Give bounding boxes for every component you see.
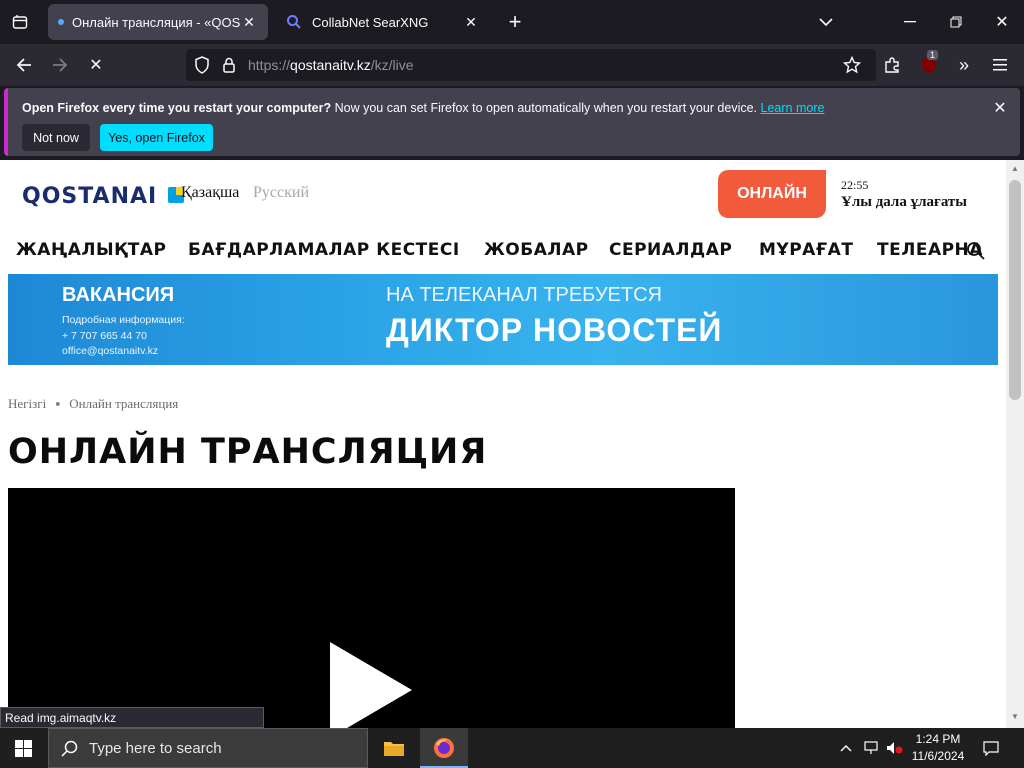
banner-need: НА ТЕЛЕКАНАЛ ТРЕБУЕТСЯ [386,284,662,306]
lang-russian-link[interactable]: Русский [253,184,309,202]
now-playing-time: 22:55 [841,178,869,192]
search-icon [61,740,78,757]
volume-muted-icon[interactable] [885,738,905,758]
search-icon[interactable] [966,241,986,261]
yes-open-firefox-button[interactable]: Yes, open Firefox [100,124,213,151]
shield-icon[interactable] [194,56,210,74]
notifications-icon[interactable] [980,738,1002,758]
breadcrumb: Негізгі ▪ Онлайн трансляция [8,396,178,412]
page-scrollbar[interactable]: ▲ ▼ [1006,160,1024,728]
scroll-down-icon[interactable]: ▼ [1011,712,1019,721]
banner-info-label: Подробная информация: [62,314,185,326]
menu-news[interactable]: ЖАҢАЛЫҚТАР [16,240,167,260]
tab-bar: Онлайн трансляция - «QOSTANAI» ✕ CollabN… [0,0,1024,44]
menu-series[interactable]: СЕРИАЛДАР [609,240,732,260]
forward-arrow-icon[interactable] [48,53,72,77]
stop-loading-icon[interactable]: ✕ [84,53,108,77]
firefox-notification-bar: Open Firefox every time you restart your… [4,88,1020,156]
tab-list-icon[interactable] [8,10,32,34]
status-bar: Read img.aimaqtv.kz [0,707,264,728]
banner-title: ВАКАНСИЯ [62,284,175,306]
tab-active[interactable]: Онлайн трансляция - «QOSTANAI» ✕ [48,4,268,40]
lang-kazakh-link[interactable]: Қазақша [181,184,239,202]
tab-title: Онлайн трансляция - «QOSTANAI» [72,14,240,30]
windows-taskbar: Type here to search 1:24 PM 11/6/2024 [0,728,1024,768]
vacancy-banner[interactable]: ВАКАНСИЯ Подробная информация: + 7 707 6… [8,274,998,365]
online-button[interactable]: ОНЛАЙН [718,170,826,218]
restore-icon[interactable] [944,10,968,34]
taskbar-search-input[interactable]: Type here to search [48,728,368,768]
url-text: https://qostanaitv.kz/kz/live [248,57,414,73]
extension-badge: 1 [927,50,939,60]
close-window-icon[interactable]: ✕ [990,10,1014,34]
banner-email: office@qostanaitv.kz [62,345,159,357]
learn-more-link[interactable]: Learn more [761,101,825,115]
menu-schedule[interactable]: БАҒДАРЛАМАЛАР КЕСТЕСІ [188,240,460,260]
network-icon[interactable] [862,738,880,758]
scrollbar-thumb[interactable] [1009,180,1021,400]
hamburger-menu-icon[interactable] [988,53,1012,77]
chevron-down-icon[interactable] [814,10,838,34]
breadcrumb-current: Онлайн трансляция [69,396,179,411]
banner-role: ДИКТОР НОВОСТЕЙ [386,312,723,348]
video-player[interactable] [8,488,735,728]
now-playing-title[interactable]: Ұлы дала ұлағаты [841,194,967,211]
play-icon[interactable] [330,642,412,728]
close-notification-icon[interactable]: ✕ [990,98,1010,118]
new-tab-icon[interactable]: + [504,9,526,34]
firefox-icon [434,738,454,758]
bookmark-star-icon[interactable] [843,56,861,74]
back-arrow-icon[interactable] [12,53,36,77]
lock-icon[interactable] [222,57,236,73]
search-favicon-icon [287,15,301,29]
menu-projects[interactable]: ЖОБАЛАР [484,240,589,260]
breadcrumb-home[interactable]: Негізгі [8,396,46,411]
tab-title: CollabNet SearXNG [312,14,429,30]
web-page: QOSTANAI Қазақша Русский ОНЛАЙН 22:55 Ұл… [0,160,1006,728]
menu-archive[interactable]: МҰРАҒАТ [759,240,853,260]
overflow-chevron-icon[interactable]: » [952,53,976,77]
scroll-up-icon[interactable]: ▲ [1011,164,1019,173]
file-explorer-icon[interactable] [380,736,408,760]
site-logo[interactable]: QOSTANAI [22,184,184,209]
firefox-taskbar-item[interactable] [420,728,468,768]
not-now-button[interactable]: Not now [22,124,90,151]
minimize-icon[interactable] [898,10,922,34]
clock-time[interactable]: 1:24 PM [903,732,973,746]
tray-chevron-up-icon[interactable] [838,738,854,758]
tab-searxng[interactable]: CollabNet SearXNG ✕ [276,4,490,40]
tab-favicon-icon [58,19,64,25]
nav-bar: ✕ https://qostanaitv.kz/kz/live 1 » [0,44,1024,86]
windows-start-icon[interactable] [12,738,34,758]
ublock-icon[interactable]: 1 [917,50,941,77]
notification-message: Open Firefox every time you restart your… [22,101,825,115]
extensions-puzzle-icon[interactable] [880,53,904,77]
url-bar[interactable]: https://qostanaitv.kz/kz/live [186,49,876,81]
tab-close-icon[interactable]: ✕ [240,14,258,31]
banner-phone: + 7 707 665 44 70 [62,330,147,342]
search-placeholder: Type here to search [89,740,222,757]
breadcrumb-separator: ▪ [55,396,61,411]
clock-date[interactable]: 11/6/2024 [903,749,973,763]
tab-close-icon[interactable]: ✕ [462,14,480,31]
page-title: ОНЛАЙН ТРАНСЛЯЦИЯ [8,432,488,472]
